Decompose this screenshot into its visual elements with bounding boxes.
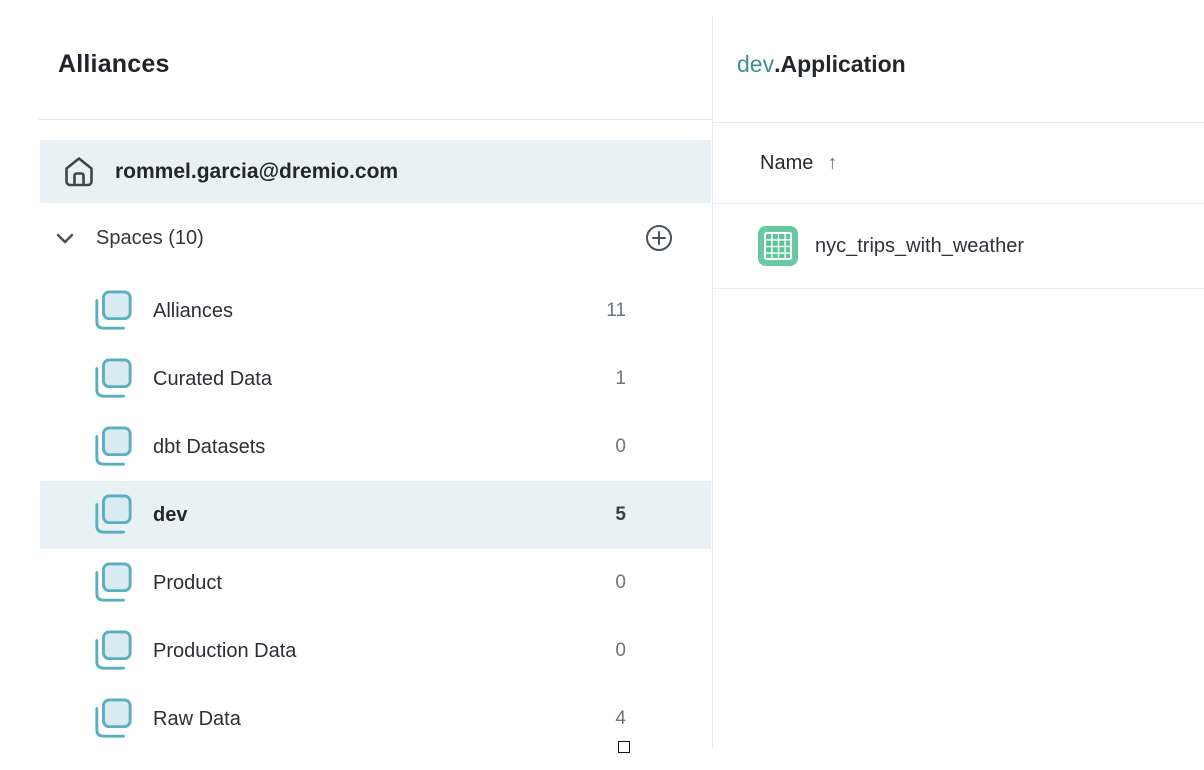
space-item-curated-data[interactable]: Curated Data 1 xyxy=(40,345,711,413)
space-stack-icon xyxy=(93,426,133,468)
space-name: dev xyxy=(153,504,615,527)
space-item-raw-data[interactable]: Raw Data 4 xyxy=(40,685,711,753)
home-icon xyxy=(62,155,96,189)
table-row-nyc-trips-with-weather[interactable]: nyc_trips_with_weather xyxy=(713,204,1204,288)
table-column-header-name[interactable]: Name ↑ xyxy=(760,123,837,203)
space-stack-icon xyxy=(93,698,133,740)
dataset-name-label: nyc_trips_with_weather xyxy=(815,235,1024,258)
space-item-dbt-datasets[interactable]: dbt Datasets 0 xyxy=(40,413,711,481)
space-item-product[interactable]: Product 0 xyxy=(40,549,711,617)
space-name: Alliances xyxy=(153,300,606,323)
column-label: Name xyxy=(760,152,813,175)
space-stack-icon xyxy=(93,358,133,400)
plus-circle-icon xyxy=(645,224,673,252)
space-name: Curated Data xyxy=(153,368,615,391)
space-count: 0 xyxy=(615,436,626,458)
space-stack-icon xyxy=(93,630,133,672)
space-count: 5 xyxy=(615,504,626,526)
space-name: dbt Datasets xyxy=(153,436,615,459)
space-name: Product xyxy=(153,572,615,595)
missing-glyph-box xyxy=(618,741,630,753)
table-grid-icon xyxy=(758,226,798,266)
spaces-section-label: Spaces (10) xyxy=(96,227,204,250)
space-stack-icon xyxy=(93,290,133,332)
chevron-down-icon[interactable] xyxy=(53,226,77,250)
space-count: 11 xyxy=(606,300,626,322)
space-item-alliances[interactable]: Alliances 11 xyxy=(40,277,711,345)
space-name: Production Data xyxy=(153,640,615,663)
table-row-divider xyxy=(713,288,1204,289)
space-count: 1 xyxy=(615,368,626,390)
home-space-item[interactable]: rommel.garcia@dremio.com xyxy=(40,140,711,203)
home-email-label: rommel.garcia@dremio.com xyxy=(115,160,398,184)
space-item-dev[interactable]: dev 5 xyxy=(40,481,711,549)
space-item-production-data[interactable]: Production Data 0 xyxy=(40,617,711,685)
breadcrumb-space-link[interactable]: dev xyxy=(737,51,774,77)
page-title: Alliances xyxy=(58,50,170,79)
space-stack-icon xyxy=(93,494,133,536)
space-name: Raw Data xyxy=(153,708,615,731)
breadcrumb-entity-label: Application xyxy=(780,51,905,77)
left-panel-divider xyxy=(39,119,712,120)
space-count: 4 xyxy=(615,708,626,730)
space-stack-icon xyxy=(93,562,133,604)
add-space-button[interactable] xyxy=(645,224,673,252)
space-count: 0 xyxy=(615,572,626,594)
spaces-list: Alliances 11 Curated Data 1 dbt Datasets xyxy=(40,277,711,753)
sort-ascending-icon: ↑ xyxy=(827,152,837,175)
breadcrumb: dev.Application xyxy=(737,51,906,78)
space-count: 0 xyxy=(615,640,626,662)
spaces-section-header: Spaces (10) xyxy=(40,210,711,266)
panel-divider xyxy=(712,16,713,748)
